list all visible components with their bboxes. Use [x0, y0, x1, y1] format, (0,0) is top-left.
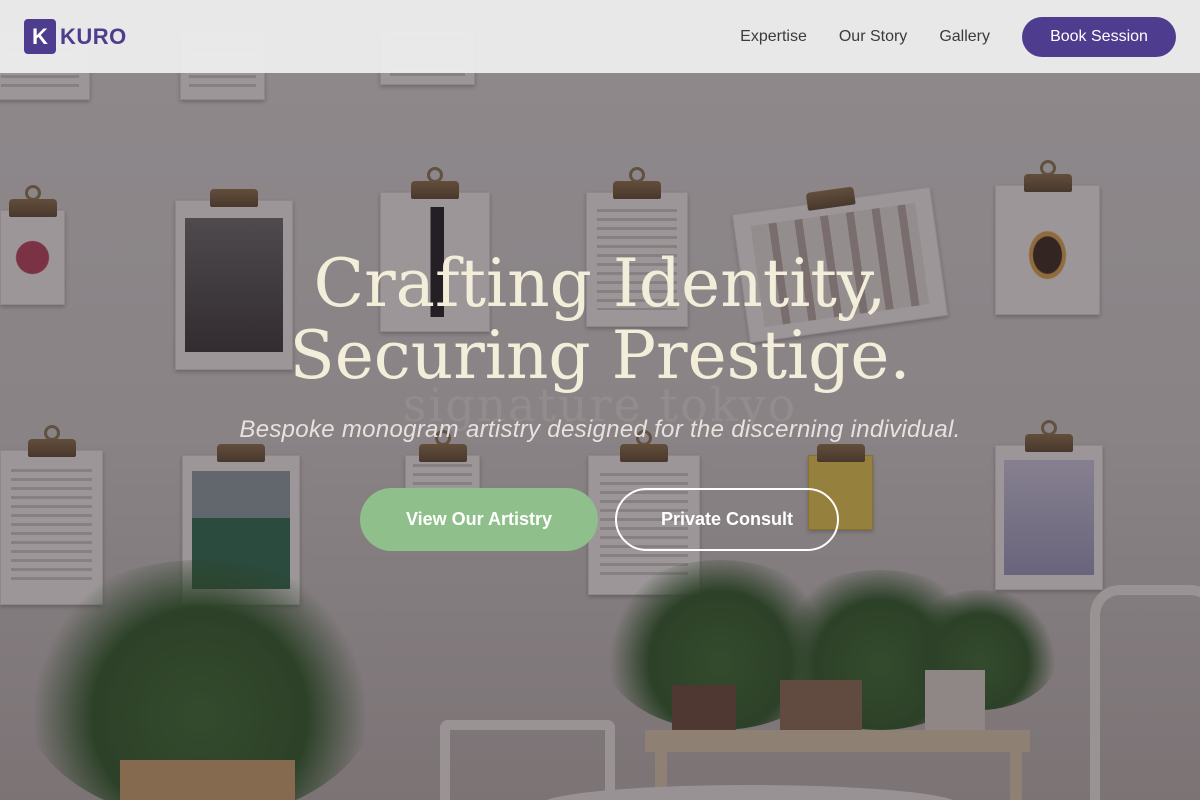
hero-section: signature tokyo Crafting Identity, Secur… [0, 73, 1200, 800]
nav-link-gallery[interactable]: Gallery [939, 28, 990, 46]
hero-title-line-2: Securing Prestige. [289, 317, 911, 394]
logo-mark: K [24, 19, 56, 54]
main-nav: Expertise Our Story Gallery Book Session [708, 16, 1176, 57]
hero-title: Crafting Identity, Securing Prestige. [0, 248, 1200, 392]
brand-name: KURO [60, 23, 127, 49]
view-artistry-button[interactable]: View Our Artistry [360, 488, 598, 551]
nav-link-our-story[interactable]: Our Story [839, 28, 907, 46]
book-session-button[interactable]: Book Session [1022, 16, 1176, 57]
brand-logo[interactable]: K KURO [24, 19, 127, 54]
nav-link-expertise[interactable]: Expertise [740, 28, 807, 46]
site-header: K KURO Expertise Our Story Gallery Book … [0, 0, 1200, 73]
private-consult-button[interactable]: Private Consult [615, 488, 839, 551]
hero-title-line-1: Crafting Identity, [313, 245, 887, 322]
hero-subtitle: Bespoke monogram artistry designed for t… [239, 416, 961, 443]
